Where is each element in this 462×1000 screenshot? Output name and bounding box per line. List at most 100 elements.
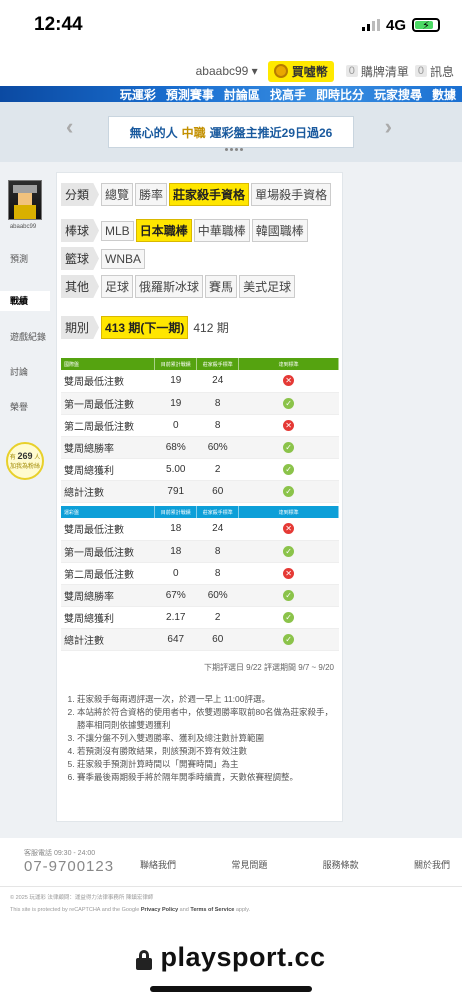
footer: 客服電話 09:30 - 24:00 07-9700123 聯絡我們 常見問題 …: [0, 838, 462, 938]
note-item: 不讓分盤不列入雙週勝率、獲利及總注數計算範圍: [77, 732, 340, 745]
baseball-row: 棒球 MLB 日本職棒 中華職棒 韓國職棒: [61, 219, 308, 242]
avatar[interactable]: [8, 180, 42, 220]
chevron-left-icon[interactable]: ‹: [66, 114, 73, 140]
row-standard: 60%: [196, 436, 239, 459]
chevron-right-icon[interactable]: ›: [385, 114, 392, 140]
tab-cpbl[interactable]: 中華職棒: [193, 219, 250, 242]
tab-soccer[interactable]: 足球: [101, 275, 134, 298]
messages-link[interactable]: 訊息: [430, 63, 454, 80]
tab-wnba[interactable]: WNBA: [101, 248, 146, 269]
sidebar: abaabc99 預測 戰績 遊戲紀錄 討論 榮譽 有 269 人 加我為粉絲: [0, 172, 50, 480]
status-time: 12:44: [34, 14, 83, 35]
status-right: 4G ⚡: [361, 17, 440, 34]
signal-icon: [361, 19, 380, 31]
banner-text: 運彩盤主推近29日過26: [209, 125, 333, 140]
tab-mlb[interactable]: MLB: [101, 220, 134, 241]
cross-icon: ✕: [283, 375, 295, 387]
lot-header-standard: 莊家殺手標準: [196, 506, 240, 518]
row-name: 雙周總勝率: [61, 436, 155, 459]
row-name: 第二周最低注數: [61, 414, 155, 437]
table-row: 雙周總勝率 68% 60% ✓: [61, 436, 339, 459]
nav-item-forum[interactable]: 討論區: [224, 88, 260, 102]
recaptcha-text: This site is protected by reCAPTCHA and …: [10, 907, 141, 913]
nav-item-predict[interactable]: 預測賽事: [166, 88, 214, 102]
sidebar-item-record[interactable]: 戰績: [0, 291, 50, 311]
row-standard: 60%: [196, 584, 239, 607]
sidebar-item-predict[interactable]: 預測: [0, 252, 28, 265]
bulb-icon[interactable]: 有 269 人 加我為粉絲: [6, 442, 44, 480]
lot-header-met: 達到標準: [238, 506, 339, 518]
sidebar-item-honor[interactable]: 榮譽: [0, 400, 28, 413]
int-header-title: 國際盤: [61, 358, 156, 370]
lock-icon: [136, 950, 153, 970]
cross-icon: ✕: [283, 419, 295, 431]
period-info: 下期評選日 9/22 評選期間 9/7 ~ 9/20: [203, 663, 334, 672]
check-icon: ✓: [283, 633, 295, 645]
online-prefix: 有: [9, 455, 16, 461]
footer-link-contact[interactable]: 聯絡我們: [140, 858, 176, 871]
tab-bookie-killer[interactable]: 莊家殺手資格: [169, 183, 250, 206]
check-icon: ✓: [283, 463, 295, 475]
tab-single-killer[interactable]: 單場殺手資格: [251, 183, 332, 206]
user-menu[interactable]: abaabc99 ▾: [196, 64, 258, 78]
tab-horse[interactable]: 賽馬: [205, 275, 238, 298]
row-standard: 60: [196, 628, 239, 651]
copyright-text: © 2025 玩運彩 法律顧問：運益得力法律事務所 陳鎮宏律師: [10, 895, 154, 901]
note-item: 賽季最後兩期殺手將於隔年開季時續賣，天數依賽程調整。: [77, 771, 340, 784]
address-url[interactable]: playsport.cc: [160, 942, 325, 973]
check-icon: ✓: [283, 397, 295, 409]
footer-link-terms[interactable]: 服務條款: [323, 858, 359, 871]
sidebar-item-forum[interactable]: 討論: [0, 365, 28, 378]
check-icon: ✓: [283, 611, 295, 623]
privacy-link[interactable]: Privacy Policy: [141, 907, 178, 913]
nav-item-livescore[interactable]: 即時比分: [316, 88, 364, 102]
recaptcha-and: and: [178, 907, 191, 913]
tab-kbo[interactable]: 韓國職棒: [251, 219, 308, 242]
row-name: 總計注數: [61, 480, 155, 503]
tab-nfl[interactable]: 美式足球: [239, 275, 296, 298]
row-standard: 8: [196, 392, 239, 415]
nav-item-data[interactable]: 數據: [432, 88, 456, 102]
service-phone[interactable]: 07-9700123: [24, 858, 114, 875]
row-current: 5.00: [154, 458, 197, 481]
check-icon: ✓: [283, 545, 295, 557]
tab-win-rate[interactable]: 勝率: [135, 183, 168, 206]
table-row: 總計注數 647 60 ✓: [61, 628, 339, 651]
period-previous[interactable]: 412 期: [190, 317, 231, 338]
baseball-label: 棒球: [61, 219, 100, 242]
cross-icon: ✕: [283, 523, 295, 535]
banner-marquee[interactable]: 無心的人 中職 運彩盤主推近29日過26: [108, 116, 354, 148]
home-indicator[interactable]: [150, 986, 312, 992]
row-current: 0: [154, 562, 197, 585]
cart-count: 0: [345, 65, 358, 77]
note-item: 莊家殺手每兩週評選一次，於週一早上 11:00評選。: [77, 693, 340, 706]
tab-npb[interactable]: 日本職棒: [135, 219, 192, 242]
coin-button[interactable]: 買噓幣: [267, 60, 334, 82]
nav-item-playsport[interactable]: 玩運彩: [120, 88, 156, 102]
table-row: 雙周最低注數 19 24 ✕: [61, 370, 339, 393]
row-current: 18: [154, 540, 197, 563]
table-row: 第一周最低注數 19 8 ✓: [61, 392, 339, 415]
nav-item-experts[interactable]: 找高手: [270, 88, 306, 102]
cart-link[interactable]: 購牌清單: [361, 63, 409, 80]
table-row: 雙周總勝率 67% 60% ✓: [61, 584, 339, 607]
note-item: 莊家殺手預測計算時間以「開賽時間」為主: [77, 758, 340, 771]
tab-khl[interactable]: 俄羅斯冰球: [135, 275, 204, 298]
period-label: 期別: [61, 316, 100, 339]
fan-link: 加我為粉絲: [9, 464, 40, 470]
row-met: ✕: [238, 562, 339, 585]
row-current: 67%: [154, 584, 197, 607]
lot-header-current: 目前累計戰績: [154, 506, 198, 518]
row-standard: 8: [196, 540, 239, 563]
row-current: 647: [154, 628, 197, 651]
period-current[interactable]: 413 期(下一期): [101, 316, 189, 339]
tab-overview[interactable]: 總覽: [101, 183, 134, 206]
terms-link[interactable]: Terms of Service: [190, 907, 234, 913]
footer-link-faq[interactable]: 常見問題: [231, 858, 267, 871]
sidebar-item-game-log[interactable]: 遊戲紀錄: [0, 330, 46, 343]
recaptcha-apply: apply.: [234, 907, 251, 913]
table-row: 雙周總獲利 5.00 2 ✓: [61, 458, 339, 481]
nav-item-player-search[interactable]: 玩家搜尋: [374, 88, 422, 102]
footer-link-about[interactable]: 關於我們: [414, 858, 450, 871]
coin-label: 買噓幣: [291, 64, 328, 79]
